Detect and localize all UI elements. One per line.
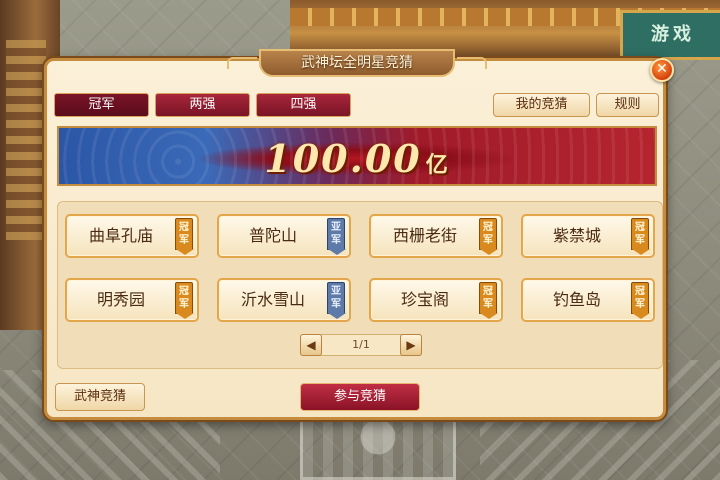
champion-badge-icon: 冠军: [631, 282, 650, 319]
next-page-button[interactable]: ▶: [400, 334, 422, 356]
team-name: 曲阜孔庙: [88, 226, 153, 245]
arrow-left-icon: ◀: [306, 338, 316, 352]
team-name: 明秀园: [96, 290, 145, 309]
runner-up-badge-icon: 亚军: [327, 282, 346, 319]
tab-final-four[interactable]: 四强: [256, 93, 351, 117]
team-card[interactable]: 紫禁城 冠军: [521, 214, 655, 258]
prize-amount-value: 100.00: [264, 136, 422, 181]
prize-amount-unit: 亿: [425, 152, 450, 178]
dialog-title: 武神坛全明星竞猜: [227, 49, 487, 77]
tab-final-two[interactable]: 两强: [155, 93, 250, 117]
champion-badge-icon: 冠军: [479, 218, 498, 255]
runner-up-badge-icon: 亚军: [327, 218, 346, 255]
team-card[interactable]: 沂水雪山 亚军: [217, 278, 351, 322]
champion-badge-icon: 冠军: [175, 218, 194, 255]
close-button[interactable]: ✕: [650, 58, 674, 82]
rules-button[interactable]: 规则: [596, 93, 659, 117]
temple-signboard: 游戏: [620, 10, 720, 60]
join-guess-button[interactable]: 参与竞猜: [300, 383, 420, 411]
pagination: ◀ 1/1 ▶: [300, 334, 422, 356]
team-name: 紫禁城: [552, 226, 601, 245]
team-card[interactable]: 西栅老街 冠军: [369, 214, 503, 258]
team-card[interactable]: 普陀山 亚军: [217, 214, 351, 258]
guess-dialog: 武神坛全明星竞猜 ✕ 冠军 两强 四强 我的竞猜 规则 100.00 亿 曲阜孔庙…: [44, 49, 674, 420]
champion-badge-icon: 冠军: [175, 282, 194, 319]
champion-badge-icon: 冠军: [479, 282, 498, 319]
team-card[interactable]: 明秀园 冠军: [65, 278, 199, 322]
page-indicator: 1/1: [352, 338, 370, 351]
team-name: 珍宝阁: [400, 290, 449, 309]
tab-champion[interactable]: 冠军: [54, 93, 149, 117]
team-name: 普陀山: [248, 226, 297, 245]
my-bets-button[interactable]: 我的竞猜: [493, 93, 590, 117]
team-card[interactable]: 珍宝阁 冠军: [369, 278, 503, 322]
wushen-guess-button[interactable]: 武神竞猜: [55, 383, 145, 411]
team-name: 沂水雪山: [240, 290, 305, 309]
team-name: 西栅老街: [392, 226, 457, 245]
team-name: 钓鱼岛: [552, 290, 601, 309]
team-card[interactable]: 钓鱼岛 冠军: [521, 278, 655, 322]
champion-badge-icon: 冠军: [631, 218, 650, 255]
team-card[interactable]: 曲阜孔庙 冠军: [65, 214, 199, 258]
arrow-right-icon: ▶: [406, 338, 416, 352]
close-icon: ✕: [656, 61, 668, 77]
prize-pool-amount: 100.00 亿: [59, 136, 655, 181]
prev-page-button[interactable]: ◀: [300, 334, 322, 356]
prize-pool-banner: 100.00 亿: [57, 126, 657, 186]
